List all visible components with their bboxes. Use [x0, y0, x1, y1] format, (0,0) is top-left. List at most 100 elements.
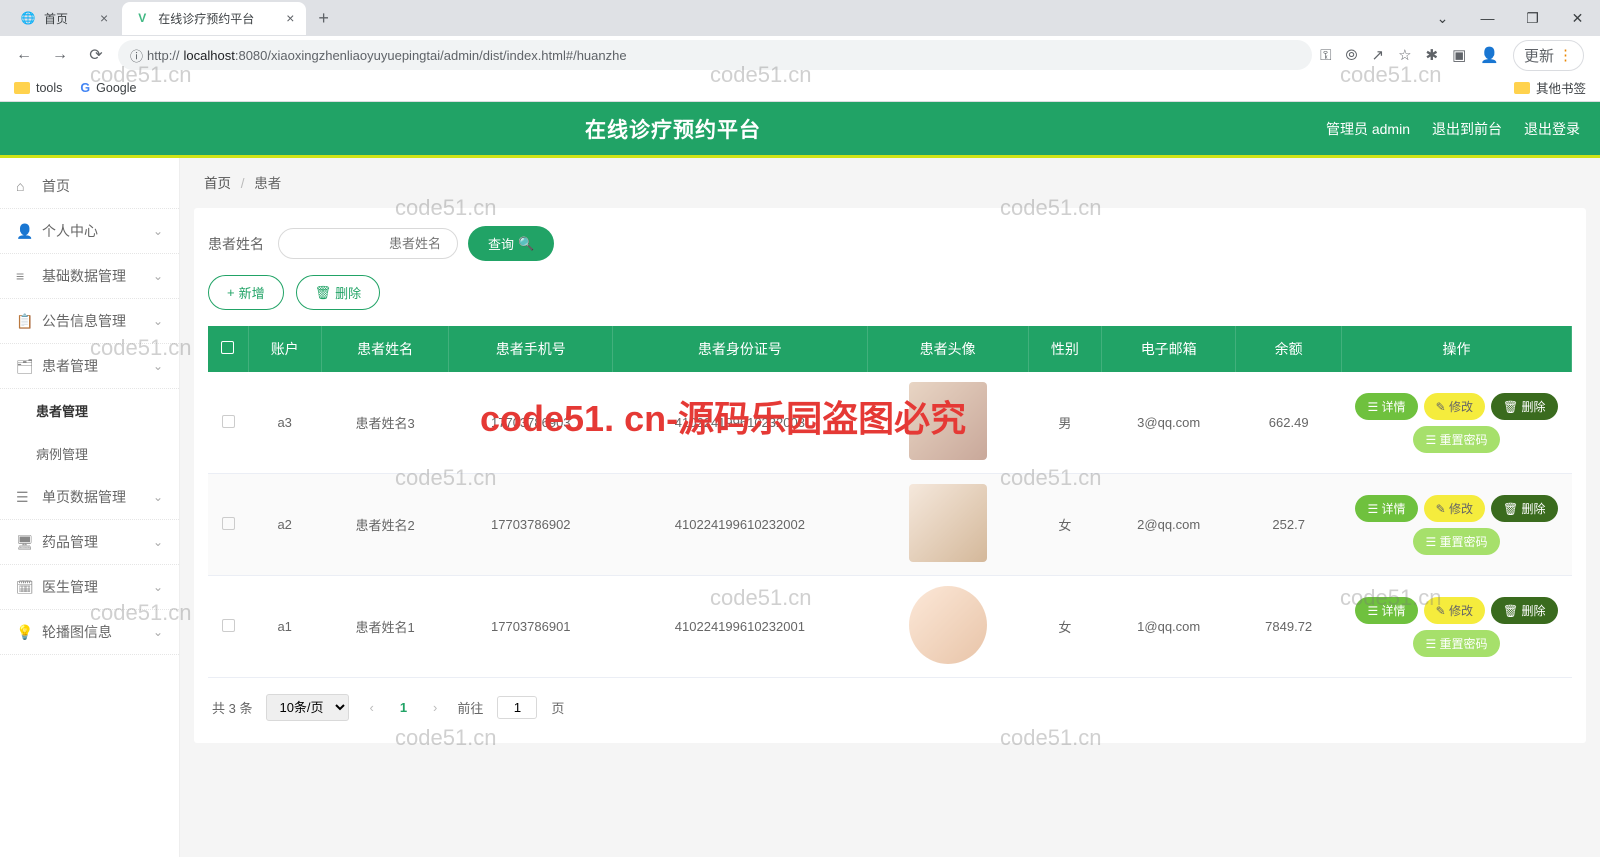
chevron-down-icon: ⌄ [153, 314, 163, 328]
detail-button[interactable]: ☰ 详情 [1355, 597, 1417, 624]
close-icon[interactable]: × [286, 10, 294, 26]
chevron-down-icon: ⌄ [153, 269, 163, 283]
url-input[interactable]: ⓘ http://localhost:8080/xiaoxingzhenliao… [118, 40, 1312, 70]
row-delete-button[interactable]: 🗑 删除 [1491, 495, 1558, 522]
cell-phone: 17703786903 [449, 372, 613, 474]
sidebar-item-patient[interactable]: 🗂患者管理⌄ [0, 344, 179, 389]
monitor-icon: 🖥 [16, 534, 34, 551]
home-icon: ⌂ [16, 178, 34, 194]
minimize-icon[interactable]: — [1465, 0, 1510, 36]
chevron-down-icon: ⌄ [153, 359, 163, 373]
reload-icon[interactable]: ⟳ [82, 45, 110, 65]
breadcrumb-current: 患者 [254, 176, 281, 191]
extensions-icon[interactable]: ✱ [1426, 46, 1439, 64]
add-button[interactable]: + 新增 [208, 275, 284, 310]
row-delete-button[interactable]: 🗑 删除 [1491, 393, 1558, 420]
translate-icon[interactable]: ⦾ [1345, 47, 1357, 64]
delete-button[interactable]: 🗑 删除 [296, 275, 381, 310]
row-checkbox[interactable] [222, 619, 235, 632]
action-row: + 新增 🗑 删除 [208, 275, 1572, 310]
reset-password-button[interactable]: ☰ 重置密码 [1413, 426, 1499, 453]
cell-name: 患者姓名1 [321, 576, 448, 678]
next-page-button[interactable]: › [427, 700, 443, 715]
avatar [909, 484, 987, 562]
bookmark-google[interactable]: GGoogle [80, 81, 136, 95]
sidebar-item-profile[interactable]: 👤个人中心⌄ [0, 209, 179, 254]
logout-link[interactable]: 退出登录 [1524, 119, 1580, 139]
edit-button[interactable]: ✎ 修改 [1424, 393, 1485, 420]
tab-bar: 🌐 首页 × V 在线诊疗预约平台 × + ⌄ — ❐ ✕ [0, 0, 1600, 36]
folder-icon [14, 82, 30, 94]
sidebar-item-carousel[interactable]: 💡轮播图信息⌄ [0, 610, 179, 655]
globe-icon: 🌐 [20, 10, 36, 26]
table-row: a3 患者姓名3 17703786903 410224199610232003 … [208, 372, 1572, 474]
cell-balance: 662.49 [1236, 372, 1342, 474]
query-button[interactable]: 查询 🔍 [468, 226, 554, 261]
breadcrumb: 首页 / 患者 [180, 158, 1600, 202]
patient-table: 账户 患者姓名 患者手机号 患者身份证号 患者头像 性别 电子邮箱 余额 操作 … [208, 326, 1572, 678]
cell-gender: 男 [1028, 372, 1101, 474]
panel-icon[interactable]: ▣ [1452, 46, 1466, 64]
admin-label[interactable]: 管理员 admin [1326, 119, 1410, 139]
bookmark-other[interactable]: 其他书签 [1514, 78, 1586, 97]
prev-page-button[interactable]: ‹ [363, 700, 379, 715]
dropdown-icon[interactable]: ⌄ [1420, 0, 1465, 36]
col-name: 患者姓名 [321, 326, 448, 372]
sidebar-sub-patient-manage[interactable]: 患者管理 [0, 389, 179, 432]
close-icon[interactable]: ✕ [1555, 0, 1600, 36]
chevron-down-icon: ⌄ [153, 625, 163, 639]
cell-idcard: 410224199610232001 [613, 576, 867, 678]
share-icon[interactable]: ↗ [1372, 46, 1385, 64]
sidebar-item-drug[interactable]: 🖥药品管理⌄ [0, 520, 179, 565]
detail-button[interactable]: ☰ 详情 [1355, 495, 1417, 522]
app-header: 在线诊疗预约平台 管理员 admin 退出到前台 退出登录 [0, 102, 1600, 158]
row-checkbox[interactable] [222, 517, 235, 530]
breadcrumb-home[interactable]: 首页 [204, 176, 231, 191]
sidebar-item-notice[interactable]: 📋公告信息管理⌄ [0, 299, 179, 344]
browser-tab-2[interactable]: V 在线诊疗预约平台 × [122, 2, 306, 35]
table-row: a2 患者姓名2 17703786902 410224199610232002 … [208, 474, 1572, 576]
col-avatar: 患者头像 [867, 326, 1028, 372]
maximize-icon[interactable]: ❐ [1510, 0, 1555, 36]
forward-icon[interactable]: → [46, 46, 74, 64]
cell-phone: 17703786901 [449, 576, 613, 678]
row-checkbox[interactable] [222, 415, 235, 428]
exit-front-link[interactable]: 退出到前台 [1432, 119, 1502, 139]
sidebar-item-pagedata[interactable]: ☰单页数据管理⌄ [0, 475, 179, 520]
page-number[interactable]: 1 [394, 700, 413, 715]
sidebar-item-home[interactable]: ⌂首页 [0, 164, 179, 209]
col-phone: 患者手机号 [449, 326, 613, 372]
cell-account: a1 [248, 576, 321, 678]
folder-icon [1514, 82, 1530, 94]
pagination: 共 3 条 10条/页 ‹ 1 › 前往 页 [208, 678, 1572, 725]
edit-button[interactable]: ✎ 修改 [1424, 597, 1485, 624]
close-icon[interactable]: × [100, 10, 108, 26]
reset-password-button[interactable]: ☰ 重置密码 [1413, 630, 1499, 657]
bookmark-tools[interactable]: tools [14, 81, 62, 95]
sidebar-item-doctor[interactable]: 🗓医生管理⌄ [0, 565, 179, 610]
list-icon: ≡ [16, 268, 34, 284]
new-tab-button[interactable]: + [308, 8, 339, 29]
cell-name: 患者姓名3 [321, 372, 448, 474]
col-email: 电子邮箱 [1102, 326, 1236, 372]
browser-tab-1[interactable]: 🌐 首页 × [8, 2, 120, 35]
reset-password-button[interactable]: ☰ 重置密码 [1413, 528, 1499, 555]
select-all-checkbox[interactable] [221, 341, 234, 354]
app-title: 在线诊疗预约平台 [20, 114, 1326, 144]
detail-button[interactable]: ☰ 详情 [1355, 393, 1417, 420]
pagesize-select[interactable]: 10条/页 [266, 694, 349, 721]
key-icon[interactable]: ⚿ [1320, 47, 1331, 64]
col-operations: 操作 [1342, 326, 1572, 372]
star-icon[interactable]: ☆ [1398, 46, 1411, 64]
search-input[interactable] [278, 228, 458, 259]
cell-gender: 女 [1028, 474, 1101, 576]
back-icon[interactable]: ← [10, 46, 38, 64]
cell-gender: 女 [1028, 576, 1101, 678]
sidebar-sub-case-manage[interactable]: 病例管理 [0, 432, 179, 475]
sidebar-item-basedata[interactable]: ≡基础数据管理⌄ [0, 254, 179, 299]
goto-input[interactable] [497, 696, 537, 719]
profile-icon[interactable]: 👤 [1480, 46, 1499, 64]
edit-button[interactable]: ✎ 修改 [1424, 495, 1485, 522]
row-delete-button[interactable]: 🗑 删除 [1491, 597, 1558, 624]
update-button[interactable]: 更新 ⋮ [1513, 40, 1584, 71]
